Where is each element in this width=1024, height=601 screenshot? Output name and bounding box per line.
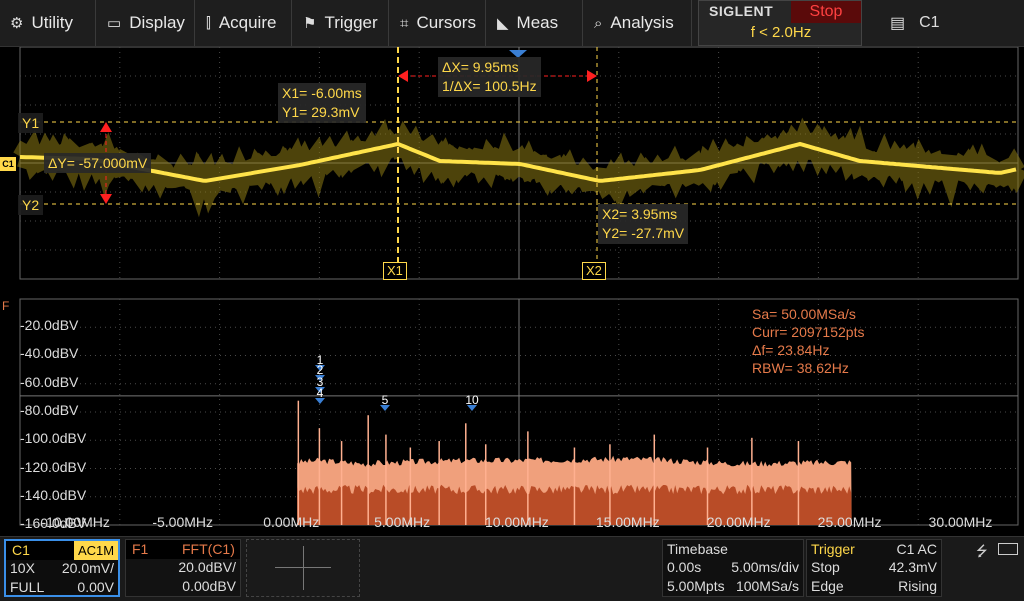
channel1-offset-marker[interactable]: C1	[0, 157, 16, 171]
memory-depth: 5.00Mpts	[667, 578, 725, 594]
db-axis-label: -20.0dBV	[20, 317, 79, 333]
fft-spectrum	[297, 400, 852, 525]
channel-selector[interactable]: ▤ C1	[884, 0, 940, 46]
channel1-probe: 10X	[10, 560, 35, 576]
fft-offset-marker[interactable]: F	[2, 299, 9, 313]
db-axis-label: -60.0dBV	[20, 373, 79, 390]
fft-scale: 20.0dBV/	[178, 559, 236, 575]
trigger-source: C1 AC	[896, 541, 937, 557]
flag-icon: ⚑	[303, 15, 317, 32]
battery-icon	[998, 543, 1018, 555]
frequency-axis-label: 30.00MHz	[928, 514, 993, 530]
cursors-menu[interactable]: ⌗ Cursors	[390, 0, 486, 46]
channel1-label: C1	[12, 542, 30, 558]
scope-display[interactable]: 1 2 3 4 5 10 X1= -6.00ms Y1= 29.3mV ΔX= 9.95m…	[0, 47, 1024, 535]
channel-selector-label: C1	[919, 14, 940, 31]
db-axis-label: -40.0dBV	[20, 345, 79, 362]
trigger-slope: Rising	[898, 578, 937, 594]
y1-cursor-label[interactable]: Y1	[18, 113, 44, 133]
channel1-offset: 0.00V	[77, 579, 114, 595]
trigger-frequency: f < 2.0Hz	[750, 24, 812, 41]
analysis-menu[interactable]: ⌕ Analysis	[584, 0, 692, 46]
x2-cursor-label[interactable]: X2	[582, 262, 606, 280]
display-menu[interactable]: ▭ Display	[97, 0, 195, 46]
fft-peak-markers: 1234 5 10	[315, 353, 479, 411]
wrench-icon: ⚙	[10, 15, 24, 32]
frequency-axis-label: 20.00MHz	[706, 514, 771, 530]
empty-slot[interactable]	[246, 539, 360, 597]
trigger-mode: Stop	[811, 559, 840, 575]
acquire-icon: ⫿	[206, 14, 211, 32]
acquire-menu[interactable]: ⫿ Acquire	[196, 0, 292, 46]
frequency-axis-label: -5.00MHz	[152, 514, 214, 530]
status-box: SIGLENT Stop f < 2.0Hz	[698, 0, 862, 46]
db-axis-label: -140.0dBV	[20, 486, 87, 503]
channel1-scale: 20.0mV/	[61, 560, 114, 576]
status-bar: C1 AC1M 10X 20.0mV/ FULL 0.00V F1 FFT(C1…	[0, 536, 1024, 601]
frequency-axis-label: 0.00MHz	[263, 514, 320, 530]
meas-menu[interactable]: ◣ Meas	[487, 0, 583, 46]
run-state-badge[interactable]: Stop	[791, 1, 861, 23]
trigger-type: Edge	[811, 578, 844, 594]
timebase-scale: 5.00ms/div	[731, 559, 799, 575]
fft-label: F1	[132, 541, 149, 557]
menu-bar: ⚙ Utility ▭ Display ⫿ Acquire ⚑ Trigger ⌗ Cur…	[0, 0, 1024, 47]
sample-rate: 100MSa/s	[735, 578, 799, 594]
trigger-label: Trigger	[811, 541, 855, 557]
x2-readout: X2= 3.95ms Y2= -27.7mV	[598, 204, 689, 244]
y2-cursor-label[interactable]: Y2	[18, 195, 44, 215]
siglent-logo: SIGLENT	[709, 3, 774, 19]
frequency-axis-label: 25.00MHz	[817, 514, 882, 530]
crosshair-icon: ⌗	[400, 14, 409, 32]
trigger-level: 42.3mV	[888, 559, 937, 575]
fft-panel[interactable]: F1 FFT(C1) 20.0dBV/ 0.00dBV	[125, 539, 241, 597]
document-icon: ▤	[890, 15, 906, 32]
peak-marker-label: 4	[317, 386, 324, 400]
utility-menu[interactable]: ⚙ Utility	[0, 0, 96, 46]
fft-info-panel: Sa= 50.00MSa/s Curr= 2097152pts Δf= 23.8…	[752, 306, 865, 376]
peak-marker-label: 10	[465, 393, 479, 407]
monitor-icon: ▭	[107, 15, 122, 32]
db-axis-label: -80.0dBV	[20, 401, 79, 418]
peak-marker-label: 5	[382, 393, 389, 407]
trigger-panel[interactable]: Trigger C1 AC Stop 42.3mV Edge Rising	[806, 539, 942, 597]
db-axis-label: -120.0dBV	[20, 458, 87, 475]
x1-cursor-label[interactable]: X1	[383, 262, 407, 280]
timebase-delay: 0.00s	[667, 559, 702, 575]
timebase-label: Timebase	[667, 541, 728, 557]
frequency-axis-label: 10.00MHz	[485, 514, 549, 530]
db-axis-label: -100.0dBV	[20, 430, 87, 447]
frequency-axis-label: 15.00MHz	[595, 514, 660, 530]
delta-y-readout: ΔY= -57.000mV	[44, 153, 152, 173]
channel1-bandwidth: FULL	[10, 579, 45, 595]
x1-readout: X1= -6.00ms Y1= 29.3mV	[278, 83, 366, 123]
timebase-panel[interactable]: Timebase 0.00s 5.00ms/div 5.00Mpts 100MS…	[662, 539, 804, 597]
fft-source: FFT(C1)	[182, 541, 235, 557]
delta-x-readout: ΔX= 9.95ms 1/ΔX= 100.5Hz	[438, 57, 541, 97]
frequency-axis-label: -10.00MHz	[41, 514, 110, 530]
analysis-icon: ⌕	[594, 14, 603, 32]
usb-icon: ⭍	[976, 543, 988, 559]
channel1-coupling: AC1M	[74, 541, 118, 560]
add-icon-vertical	[303, 546, 304, 590]
trigger-menu[interactable]: ⚑ Trigger	[293, 0, 389, 46]
channel1-panel[interactable]: C1 AC1M 10X 20.0mV/ FULL 0.00V	[4, 539, 120, 597]
measure-icon: ◣	[497, 15, 509, 32]
display-svg: 1234 5 10	[13, 47, 1024, 526]
fft-offset: 0.00dBV	[182, 578, 236, 594]
frequency-axis-label: 5.00MHz	[374, 514, 431, 530]
